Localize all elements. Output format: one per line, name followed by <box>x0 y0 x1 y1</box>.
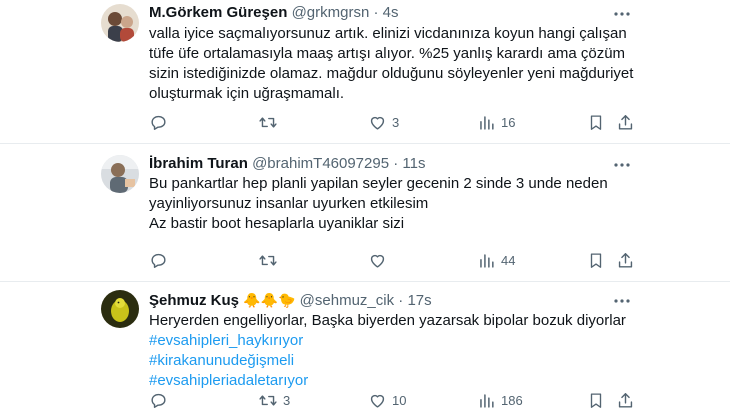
views-icon <box>480 115 494 130</box>
tweet-text-line: sizin istediğinizde olamaz. mağdur olduğ… <box>149 65 634 82</box>
bookmark-icon <box>590 114 602 130</box>
bookmark-button[interactable] <box>587 112 605 132</box>
action-bar: 44 <box>149 250 639 270</box>
like-icon <box>370 254 385 268</box>
tweet[interactable]: Şehmuz Kuş 🐥🐥🐤 @sehmuz_cik · 17s Heryerd… <box>0 282 730 420</box>
action-bar: 3 16 <box>149 112 639 132</box>
bookmark-button[interactable] <box>587 250 605 270</box>
more-icon[interactable] <box>612 291 632 311</box>
retweet-icon <box>259 254 277 266</box>
share-icon <box>618 392 633 408</box>
retweet-button[interactable] <box>258 250 283 270</box>
views-button[interactable]: 44 <box>477 250 515 270</box>
reply-button[interactable] <box>149 390 173 410</box>
views-count: 44 <box>501 252 516 268</box>
bookmark-button[interactable] <box>587 390 605 410</box>
display-name[interactable]: Şehmuz Kuş <box>149 292 239 309</box>
timestamp[interactable]: 11s <box>402 155 425 172</box>
like-icon <box>370 394 385 408</box>
like-icon <box>370 116 385 130</box>
reply-button[interactable] <box>149 112 173 132</box>
timestamp[interactable]: 17s <box>407 292 431 309</box>
tweet-text-line: tüfe üfe ortalamasıyla maaş artışı alıyo… <box>149 45 626 62</box>
hashtag-link[interactable]: #evsahipleriadaletarıyor <box>149 371 626 391</box>
share-icon <box>618 252 633 268</box>
share-button[interactable] <box>616 390 635 410</box>
timestamp[interactable]: 4s <box>383 4 399 21</box>
tweet[interactable]: İbrahim Turan @brahimT46097295 · 11s Bu … <box>0 144 730 282</box>
tweet-text-line: Bu pankartlar hep planli yapilan seyler … <box>149 175 608 192</box>
hashtag-link[interactable]: #evsahipleri_haykırıyor <box>149 331 626 351</box>
tweet-header: Şehmuz Kuş 🐥🐥🐤 @sehmuz_cik · 17s <box>149 290 432 311</box>
tweet-text-line: oluşturmak için uğraşmamalı. <box>149 85 345 102</box>
separator: · <box>393 155 399 172</box>
retweet-icon <box>259 394 277 406</box>
views-icon <box>480 253 494 268</box>
hashtag-link[interactable]: #kirakanunudeğişmeli <box>149 351 626 371</box>
display-name[interactable]: İbrahim Turan <box>149 155 248 172</box>
tweet-text: Heryerden engelliyorlar, Başka biyerden … <box>149 311 626 391</box>
reply-button[interactable] <box>149 250 173 270</box>
views-button[interactable]: 186 <box>477 390 523 410</box>
avatar[interactable] <box>101 4 139 42</box>
tweet-text-line: valla iyice saçmalıyorsunuz artık. elini… <box>149 25 627 42</box>
avatar[interactable] <box>101 290 139 328</box>
tweet-text-line: yayinliyorsunuz insanlar uyurken etkiles… <box>149 195 429 212</box>
like-button[interactable]: 3 <box>368 112 399 132</box>
views-count: 186 <box>501 392 523 408</box>
share-icon <box>618 114 633 130</box>
user-handle[interactable]: @brahimT46097295 <box>252 155 389 172</box>
tweet-header: M.Görkem Güreşen @grkmgrsn · 4s <box>149 3 399 23</box>
share-button[interactable] <box>616 250 635 270</box>
tweet-text-line: Heryerden engelliyorlar, Başka biyerden … <box>149 312 626 329</box>
avatar[interactable] <box>101 155 139 193</box>
retweet-button[interactable] <box>258 112 283 132</box>
reply-icon <box>151 393 166 408</box>
tweet[interactable]: M.Görkem Güreşen @grkmgrsn · 4s valla iy… <box>0 0 730 144</box>
reply-icon <box>151 253 166 268</box>
tweet-text: valla iyice saçmalıyorsunuz artık. elini… <box>149 24 633 104</box>
views-button[interactable]: 16 <box>477 112 515 132</box>
separator: · <box>373 4 379 21</box>
user-handle[interactable]: @sehmuz_cik <box>300 292 394 309</box>
reply-icon <box>151 115 166 130</box>
views-icon <box>480 393 494 408</box>
like-button[interactable] <box>368 250 392 270</box>
action-bar: 3 10 186 <box>149 390 639 410</box>
tweet-text-line: Az bastir boot hesaplarla uyaniklar sizi <box>149 215 405 232</box>
share-button[interactable] <box>616 112 635 132</box>
bookmark-icon <box>590 392 602 408</box>
user-handle[interactable]: @grkmgrsn <box>292 4 370 21</box>
like-button[interactable]: 10 <box>368 390 406 410</box>
tweet-text: Bu pankartlar hep planli yapilan seyler … <box>149 174 608 234</box>
more-icon[interactable] <box>612 155 632 175</box>
retweet-button[interactable]: 3 <box>258 390 290 410</box>
more-icon[interactable] <box>612 4 632 24</box>
name-emoji: 🐥🐥🐤 <box>243 292 296 308</box>
retweet-icon <box>259 116 277 128</box>
retweet-count: 3 <box>283 392 291 408</box>
like-count: 3 <box>392 114 400 130</box>
views-count: 16 <box>501 114 516 130</box>
separator: · <box>398 292 404 309</box>
bookmark-icon <box>590 252 602 268</box>
tweet-header: İbrahim Turan @brahimT46097295 · 11s <box>149 154 425 174</box>
like-count: 10 <box>392 392 407 408</box>
display-name[interactable]: M.Görkem Güreşen <box>149 4 287 21</box>
